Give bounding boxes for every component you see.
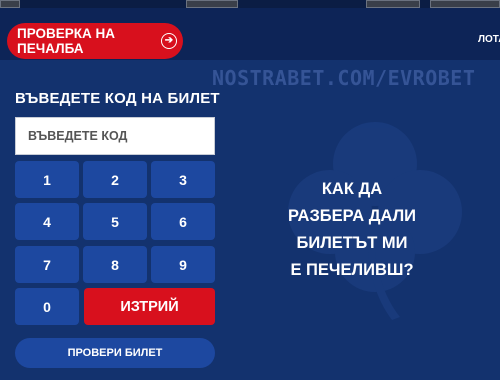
key-8[interactable]: 8 [83, 246, 147, 283]
watermark-text: NOSTRABET.COM/EVROBET [212, 66, 476, 90]
top-thumbnail[interactable] [430, 0, 500, 8]
key-0[interactable]: 0 [15, 288, 79, 325]
help-line: БИЛЕТЪТ МИ [296, 234, 408, 252]
help-question: КАК ДА РАЗБЕРА ДАЛИ БИЛЕТЪТ МИ Е ПЕЧЕЛИВ… [252, 176, 452, 284]
lotto-nav-link[interactable]: ЛОТА [478, 34, 500, 45]
key-3[interactable]: 3 [151, 161, 215, 198]
top-thumbnail[interactable] [0, 0, 20, 8]
delete-button[interactable]: ИЗТРИЙ [84, 288, 215, 325]
help-line: Е ПЕЧЕЛИВШ? [290, 261, 414, 279]
key-1[interactable]: 1 [15, 161, 79, 198]
check-winnings-label: ПРОВЕРКА НА ПЕЧАЛБА [17, 26, 116, 56]
top-thumbnail[interactable] [186, 0, 238, 8]
key-5[interactable]: 5 [83, 203, 147, 240]
key-6[interactable]: 6 [151, 203, 215, 240]
key-2[interactable]: 2 [83, 161, 147, 198]
top-thumbnail[interactable] [366, 0, 420, 8]
header-bar: ПРОВЕРКА НА ПЕЧАЛБА ➔ ЛОТА [0, 8, 500, 60]
key-9[interactable]: 9 [151, 246, 215, 283]
key-4[interactable]: 4 [15, 203, 79, 240]
ticket-code-input[interactable] [15, 117, 215, 155]
arrow-circle-right-icon: ➔ [161, 33, 177, 49]
top-strip [0, 0, 500, 8]
help-line: КАК ДА [321, 180, 383, 198]
check-ticket-button[interactable]: ПРОВЕРИ БИЛЕТ [15, 338, 215, 368]
check-winnings-button[interactable]: ПРОВЕРКА НА ПЕЧАЛБА ➔ [7, 23, 183, 59]
help-line: РАЗБЕРА ДАЛИ [287, 207, 417, 225]
key-7[interactable]: 7 [15, 246, 79, 283]
ticket-code-title: ВЪВЕДЕТЕ КОД НА БИЛЕТ [15, 90, 220, 107]
